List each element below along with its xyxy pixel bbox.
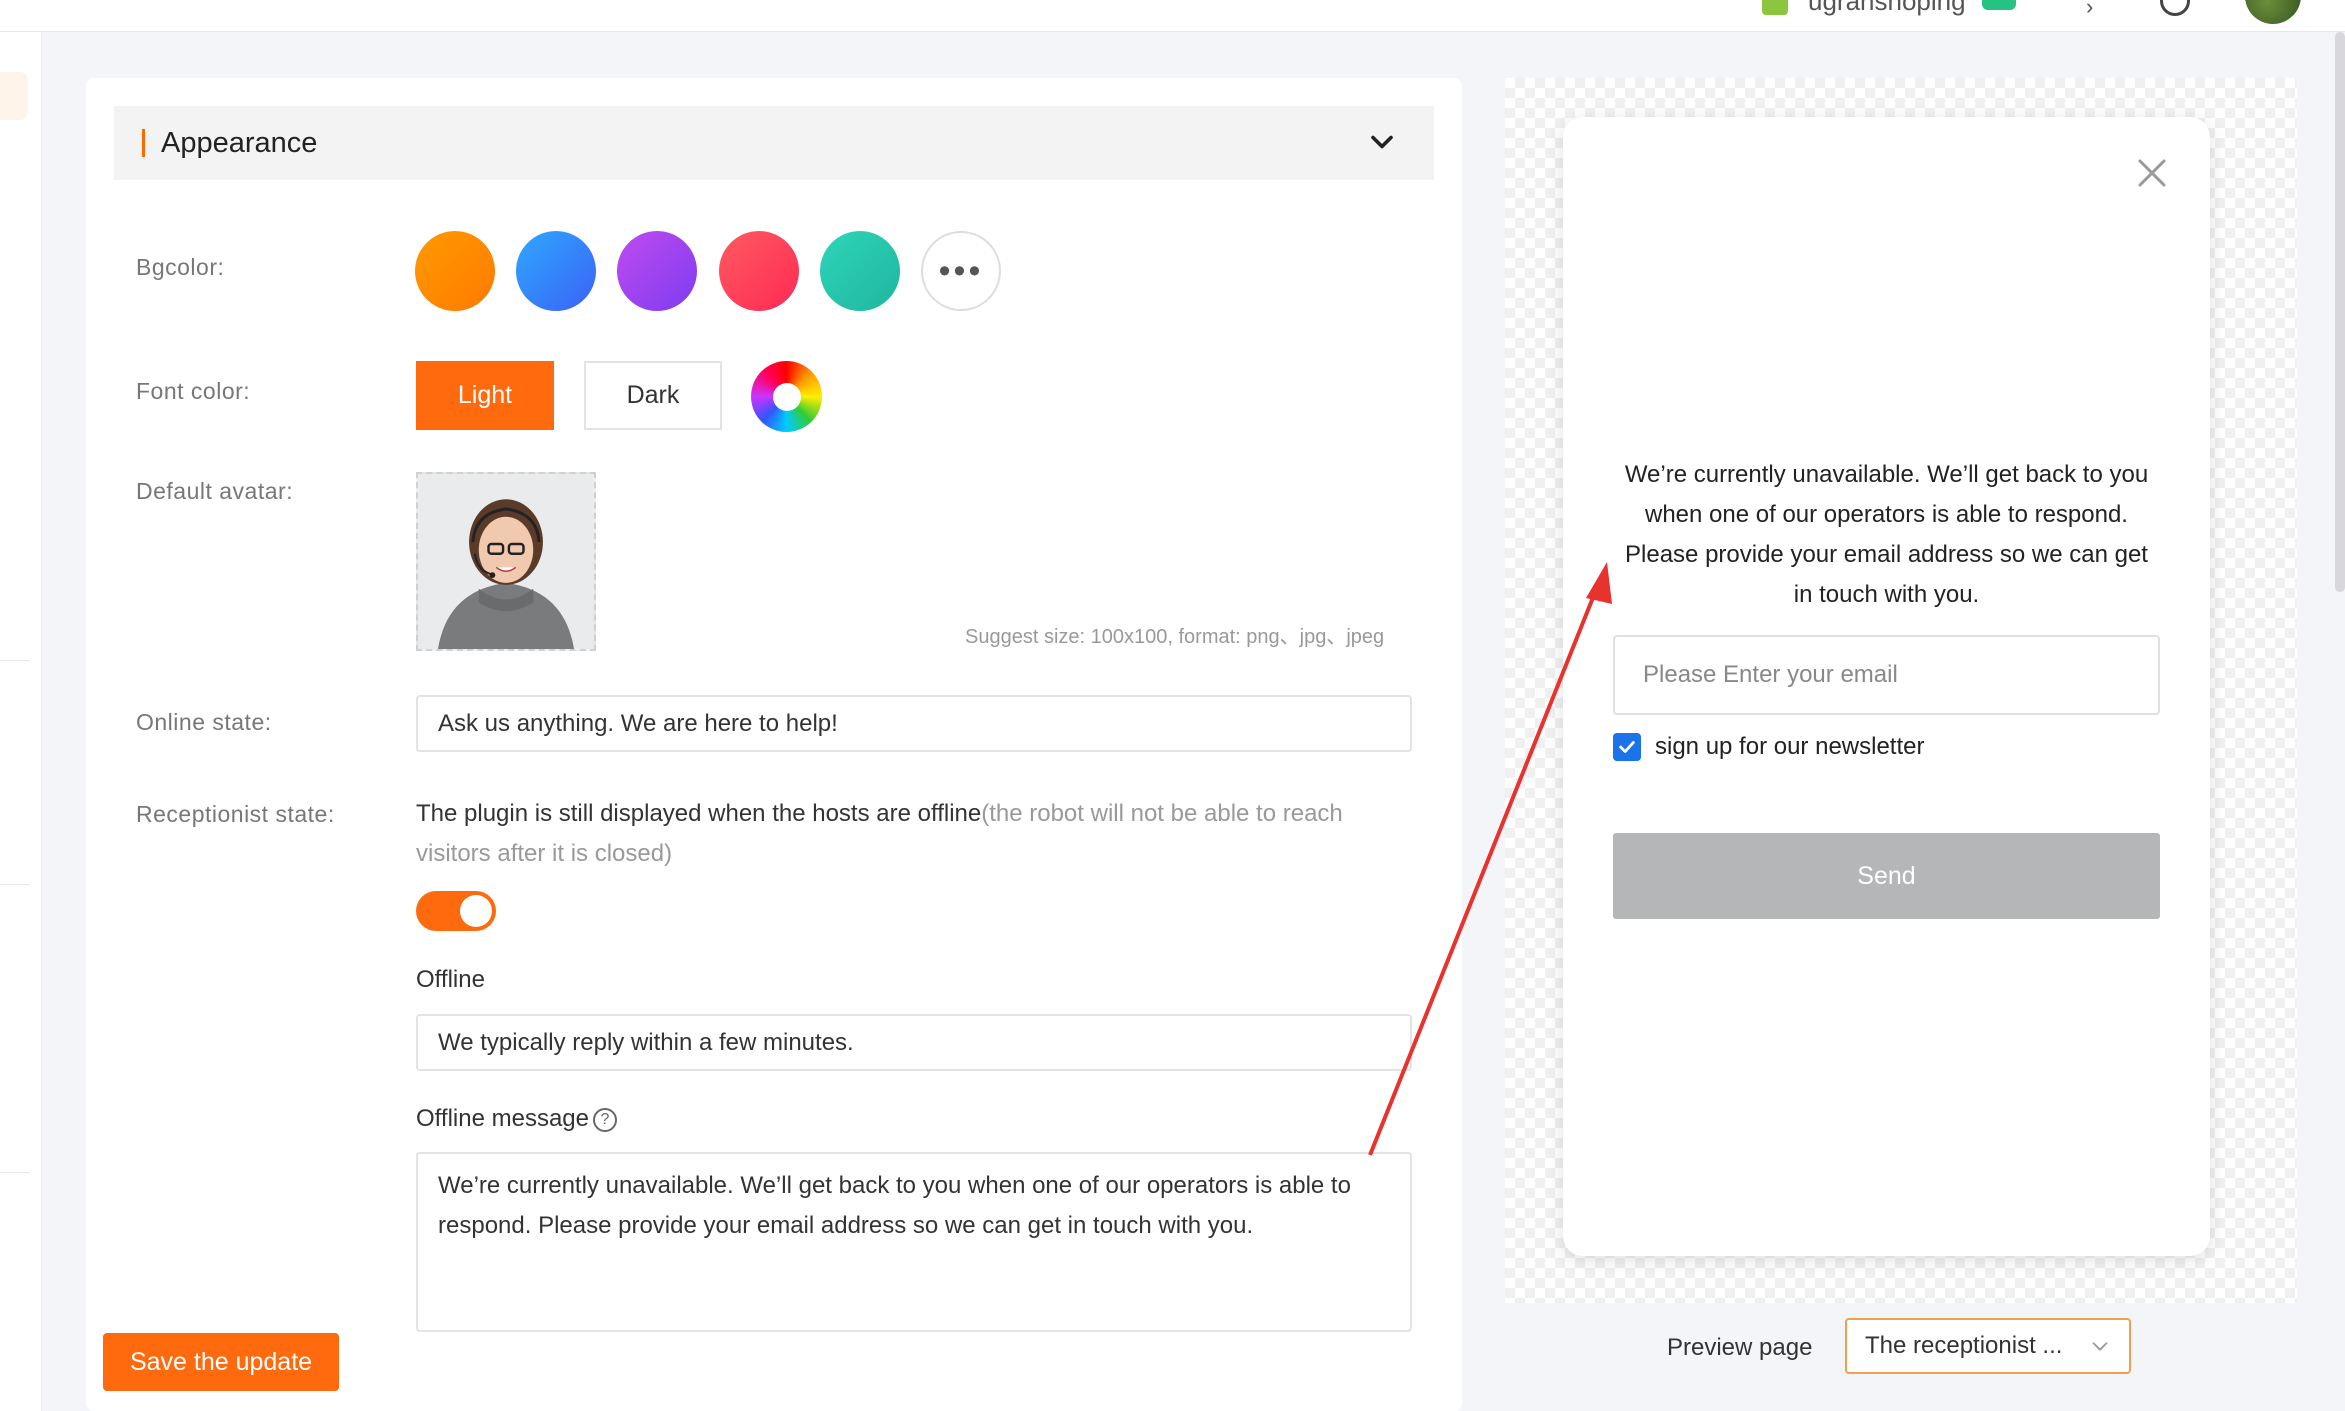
newsletter-row[interactable]: sign up for our newsletter — [1613, 733, 1924, 761]
online-state-input[interactable]: Ask us anything. We are here to help! — [416, 695, 1412, 752]
top-bar: ugrahshoping › — [0, 0, 2345, 32]
store-switcher[interactable]: ugrahshoping — [1762, 0, 1966, 17]
caret-icon[interactable]: › — [2086, 0, 2093, 20]
bgcolor-swatch-purple[interactable] — [617, 231, 697, 311]
receptionist-text-main: The plugin is still displayed when the h… — [416, 800, 982, 827]
online-state-label: Online state: — [136, 709, 272, 735]
color-picker-icon[interactable] — [751, 361, 822, 432]
bgcolor-swatch-blue[interactable] — [516, 231, 596, 311]
checkmark-icon — [1619, 741, 1635, 753]
avatar-image — [418, 474, 594, 649]
bgcolor-swatch-orange[interactable] — [415, 231, 495, 311]
offline-label: Offline — [416, 966, 485, 993]
store-icon — [1762, 0, 1788, 15]
preview-email-input[interactable]: Please Enter your email — [1613, 635, 2160, 715]
default-avatar-label: Default avatar: — [136, 478, 294, 504]
offline-message-textarea[interactable]: We’re currently unavailable. We’ll get b… — [416, 1152, 1412, 1332]
font-color-label: Font color: — [136, 378, 251, 404]
bgcolor-swatch-red[interactable] — [719, 231, 799, 311]
offline-input[interactable]: We typically reply within a few minutes. — [416, 1014, 1412, 1071]
sidebar-divider — [0, 884, 30, 885]
more-colors-button[interactable]: ••• — [921, 231, 1001, 311]
color-picker-center — [772, 382, 801, 411]
section-accent-bar — [142, 129, 145, 157]
chevron-down-icon — [2092, 1342, 2108, 1351]
appearance-settings-panel: Appearance Bgcolor: ••• Font color: Ligh… — [86, 78, 1462, 1411]
send-button[interactable]: Send — [1613, 833, 2160, 919]
preview-page-select[interactable]: The receptionist ... — [1845, 1318, 2131, 1374]
save-update-button[interactable]: Save the update — [103, 1333, 339, 1391]
sidebar-active-item[interactable] — [0, 72, 28, 120]
info-icon[interactable] — [2160, 0, 2190, 16]
chevron-down-icon[interactable] — [1364, 124, 1400, 160]
chat-icon[interactable] — [1982, 0, 2016, 10]
left-sidebar — [0, 32, 42, 1411]
newsletter-label: sign up for our newsletter — [1655, 733, 1925, 760]
section-title: Appearance — [161, 126, 318, 159]
sidebar-divider — [0, 660, 30, 661]
newsletter-checkbox[interactable] — [1613, 733, 1641, 761]
receptionist-state-label: Receptionist state: — [136, 801, 335, 827]
store-name: ugrahshoping — [1808, 0, 1966, 16]
offline-message-label-text: Offline message — [416, 1105, 589, 1132]
preview-page-label: Preview page — [1667, 1334, 1813, 1361]
preview-page-value: The receptionist ... — [1865, 1332, 2063, 1359]
preview-offline-message: We’re currently unavailable. We’ll get b… — [1624, 461, 2149, 608]
receptionist-description: The plugin is still displayed when the h… — [416, 794, 1412, 874]
offline-message-label: Offline message? — [416, 1105, 617, 1133]
font-color-light-button[interactable]: Light — [416, 361, 554, 430]
toggle-knob — [460, 895, 492, 927]
bgcolor-swatch-teal[interactable] — [820, 231, 900, 311]
appearance-section-header[interactable]: Appearance — [114, 106, 1434, 180]
default-avatar-upload[interactable] — [416, 472, 596, 651]
help-icon[interactable]: ? — [592, 1107, 617, 1132]
page-scrollbar[interactable] — [2335, 32, 2345, 592]
user-avatar[interactable] — [2245, 0, 2301, 24]
font-color-dark-button[interactable]: Dark — [584, 361, 722, 430]
close-icon[interactable] — [2134, 155, 2170, 191]
sidebar-divider — [0, 1172, 30, 1173]
receptionist-toggle[interactable] — [416, 891, 496, 931]
chat-widget-preview: We’re currently unavailable. We’ll get b… — [1563, 117, 2210, 1256]
avatar-size-hint: Suggest size: 100x100, format: png、jpg、j… — [965, 626, 1385, 648]
bgcolor-label: Bgcolor: — [136, 254, 225, 280]
